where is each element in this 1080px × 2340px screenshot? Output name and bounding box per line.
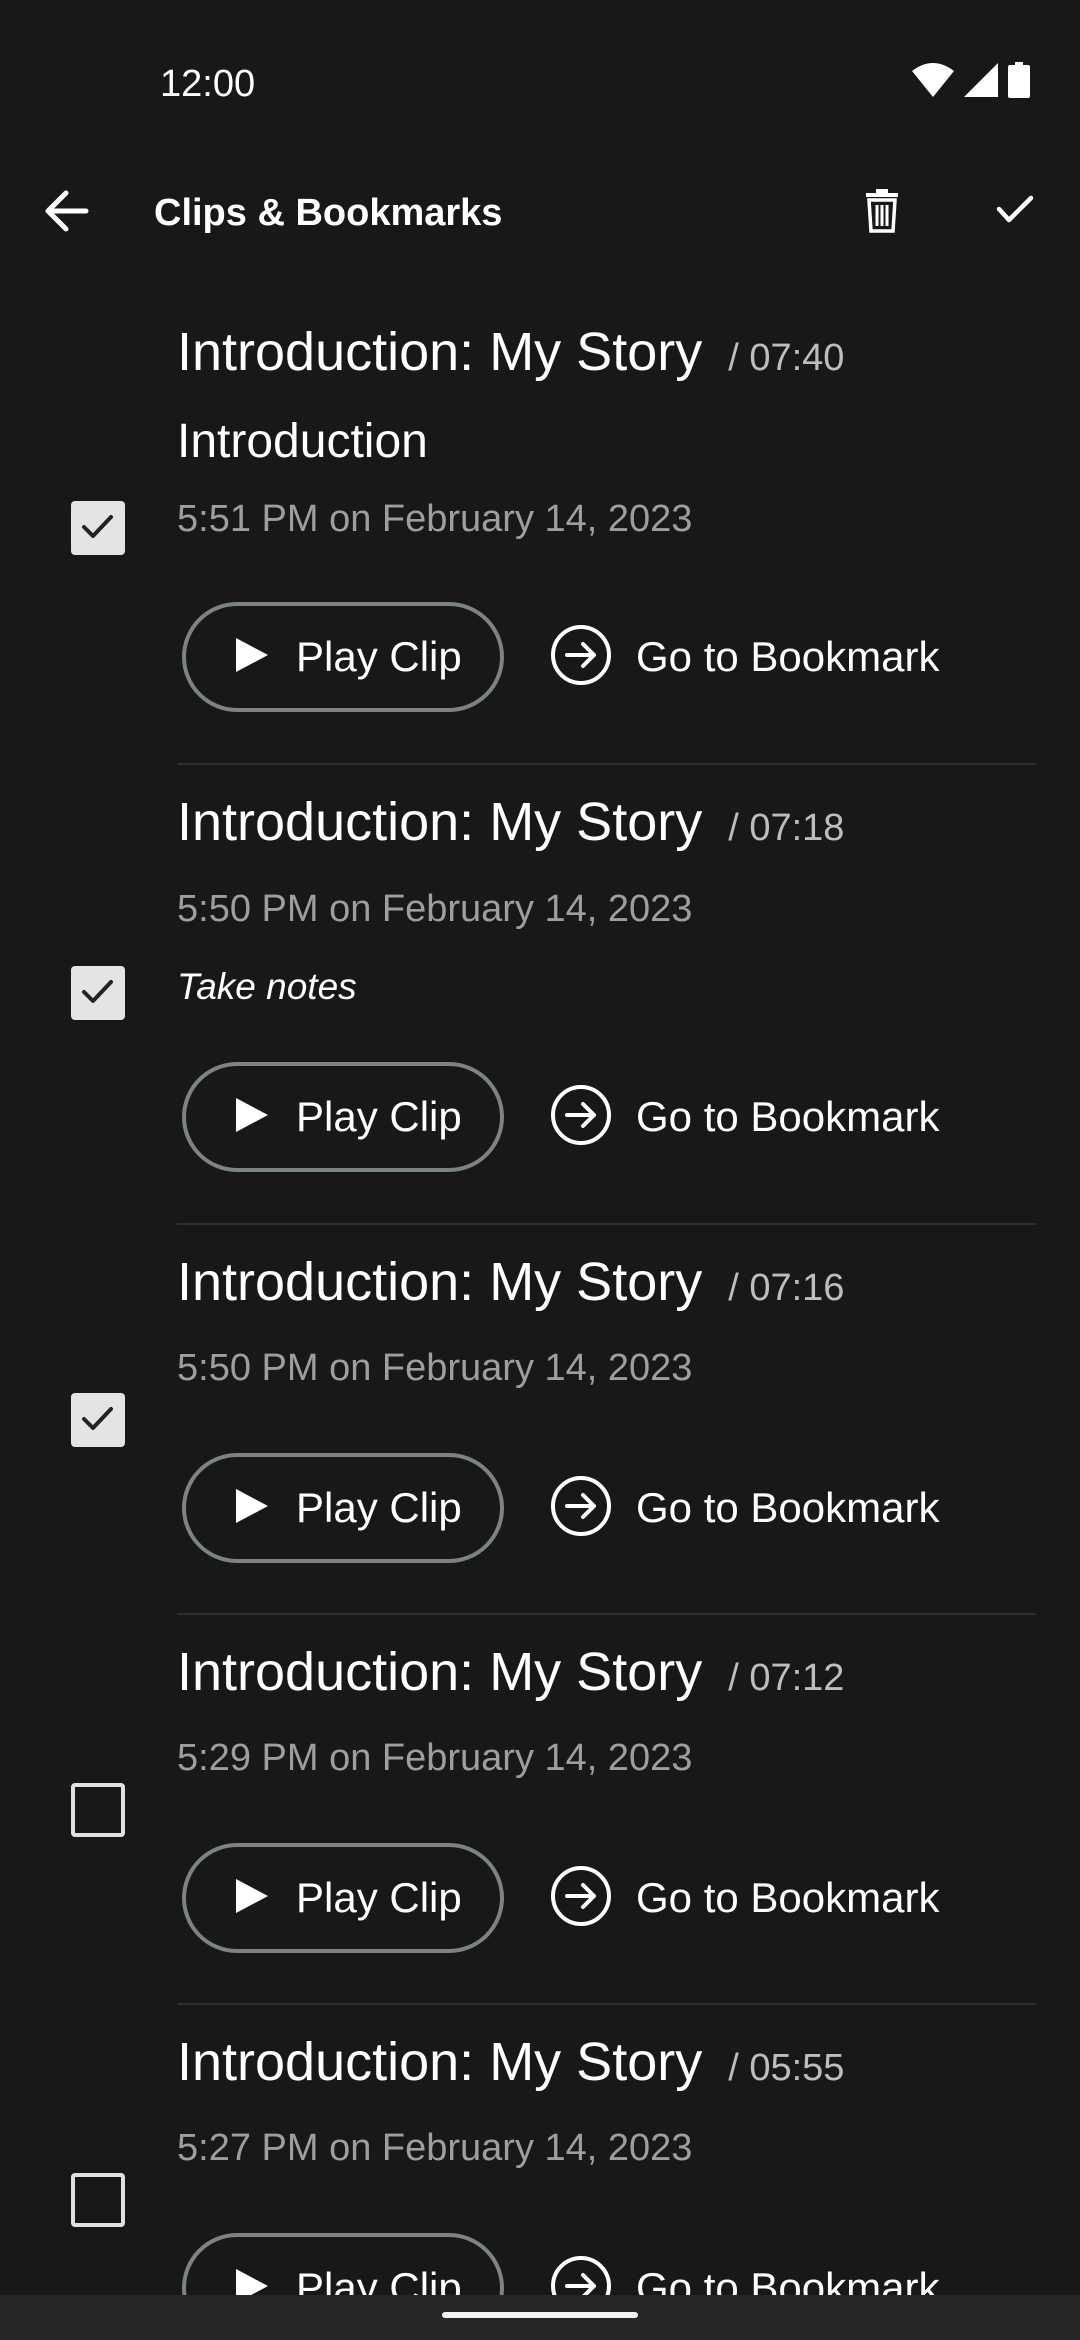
arrow-circle-right-icon [550,1084,612,1151]
clip-checkbox[interactable] [71,501,125,555]
status-icons [912,61,1030,103]
clip-timestamp: 5:50 PM on February 14, 2023 [177,888,693,930]
play-clip-button[interactable]: Play Clip [182,1843,504,1953]
clip-title-line: Introduction: My Story / 07:12 [177,1640,844,1704]
clip-item: Introduction: My Story / 05:55 5:27 PM o… [0,2005,1080,2295]
play-clip-label: Play Clip [296,633,462,680]
go-to-bookmark-label: Go to Bookmark [636,1093,940,1140]
go-to-bookmark-label: Go to Bookmark [636,2264,940,2295]
trash-icon [864,187,900,238]
done-button[interactable] [990,186,1040,236]
clip-timestamp: 5:51 PM on February 14, 2023 [177,498,693,540]
battery-icon [1008,61,1030,103]
clip-timestamp: 5:29 PM on February 14, 2023 [177,1737,693,1779]
go-to-bookmark-button[interactable]: Go to Bookmark [550,602,939,712]
navigation-bar [0,2295,1080,2340]
clip-title: Introduction: My Story [177,322,703,382]
go-to-bookmark-label: Go to Bookmark [636,1484,940,1531]
clip-list[interactable]: Introduction: My Story / 07:40 Introduct… [0,300,1080,2295]
go-to-bookmark-label: Go to Bookmark [636,633,940,680]
go-to-bookmark-button[interactable]: Go to Bookmark [550,1453,939,1563]
play-icon [234,1096,270,1139]
clip-title-line: Introduction: My Story / 07:16 [177,1250,844,1314]
play-clip-button[interactable]: Play Clip [182,1453,504,1563]
play-clip-button[interactable]: Play Clip [182,1062,504,1172]
clip-checkbox[interactable] [71,2173,125,2227]
arrow-circle-right-icon [550,1475,612,1542]
clip-title: Introduction: My Story [177,2032,703,2092]
status-time: 12:00 [160,63,256,105]
clip-item: Introduction: My Story / 07:16 5:50 PM o… [0,1225,1080,1615]
clip-timestamp: 5:50 PM on February 14, 2023 [177,1347,693,1389]
clip-duration: / 07:16 [728,1267,845,1309]
clip-title-line: Introduction: My Story / 05:55 [177,2030,844,2094]
go-to-bookmark-label: Go to Bookmark [636,1874,940,1921]
clip-title: Introduction: My Story [177,1642,703,1702]
clip-title-line: Introduction: My Story / 07:18 [177,790,844,854]
delete-button[interactable] [860,184,904,240]
clip-duration: / 07:12 [728,1657,845,1699]
status-bar: 12:00 [0,0,1080,150]
clip-title-line: Introduction: My Story / 07:40 [177,320,844,384]
play-clip-button[interactable]: Play Clip [182,602,504,712]
clip-name: Introduction [177,415,428,468]
go-to-bookmark-button[interactable]: Go to Bookmark [550,1062,939,1172]
clip-checkbox[interactable] [71,966,125,1020]
arrow-back-icon [42,189,90,238]
play-icon [234,636,270,679]
cellular-signal-icon [964,62,998,102]
clip-checkbox[interactable] [71,1393,125,1447]
go-to-bookmark-button[interactable]: Go to Bookmark [550,1843,939,1953]
play-clip-label: Play Clip [296,1484,462,1531]
home-gesture-handle[interactable] [442,2312,638,2318]
play-clip-button[interactable]: Play Clip [182,2233,504,2295]
back-button[interactable] [36,188,96,238]
clip-duration: / 05:55 [728,2047,845,2089]
clip-item: Introduction: My Story / 07:40 Introduct… [0,300,1080,765]
arrow-circle-right-icon [550,1865,612,1932]
go-to-bookmark-button[interactable]: Go to Bookmark [550,2233,939,2295]
clip-title: Introduction: My Story [177,792,703,852]
clip-timestamp: 5:27 PM on February 14, 2023 [177,2127,693,2169]
app-bar: Clips & Bookmarks [0,170,1080,256]
page-title: Clips & Bookmarks [154,192,503,234]
clip-title: Introduction: My Story [177,1252,703,1312]
play-clip-label: Play Clip [296,1093,462,1140]
clip-note: Take notes [177,966,357,1007]
check-icon [996,194,1034,229]
wifi-icon [912,62,954,102]
play-icon [234,2267,270,2295]
clip-item: Introduction: My Story / 07:18 5:50 PM o… [0,765,1080,1225]
arrow-circle-right-icon [550,2255,612,2295]
clip-checkbox[interactable] [71,1783,125,1837]
clip-duration: / 07:40 [728,337,845,379]
play-clip-label: Play Clip [296,1874,462,1921]
arrow-circle-right-icon [550,624,612,691]
play-clip-label: Play Clip [296,2264,462,2295]
play-icon [234,1487,270,1530]
play-icon [234,1877,270,1920]
clip-item: Introduction: My Story / 07:12 5:29 PM o… [0,1615,1080,2005]
clip-duration: / 07:18 [728,807,845,849]
